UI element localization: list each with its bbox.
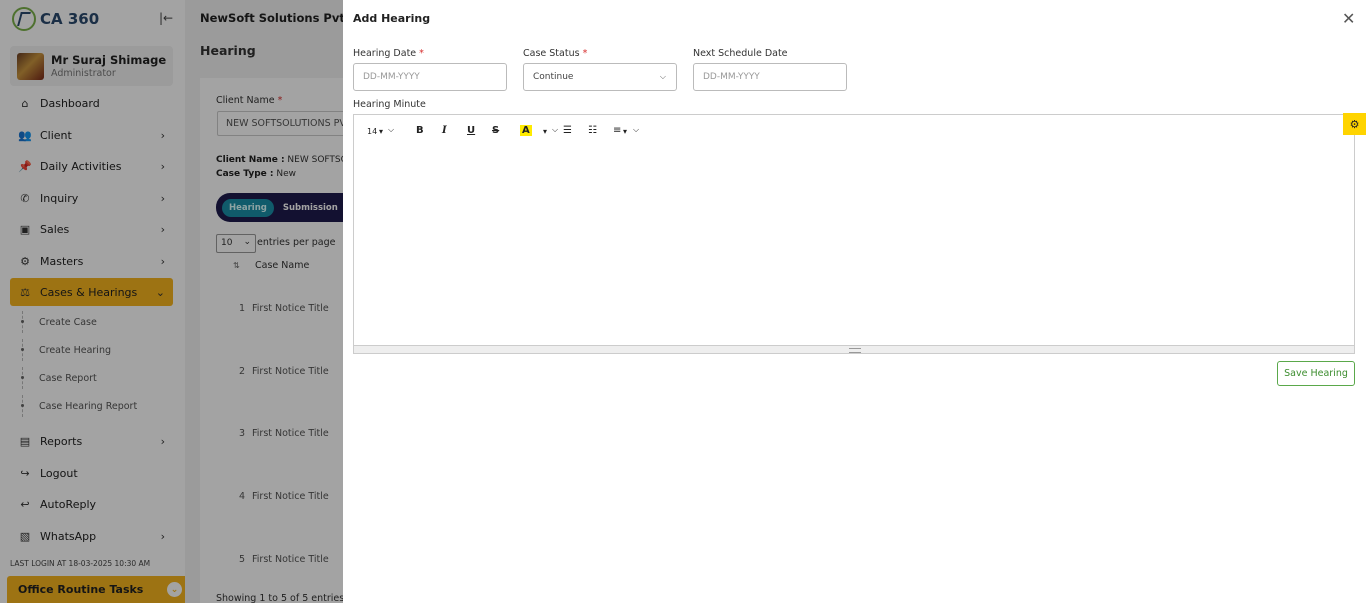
hearing-minute-editor: 14 ▾ ⌵ B I U S A ▾ ⌵ ☰ ☷ ≡ ▾ ⌵ xyxy=(353,114,1355,354)
bold-button[interactable]: B xyxy=(416,125,424,136)
caret-icon: ▾ xyxy=(543,127,548,136)
chevron-down-icon[interactable]: ⌵ xyxy=(552,125,558,135)
close-icon[interactable]: ✕ xyxy=(1342,9,1355,28)
numbered-list-icon[interactable]: ☷ xyxy=(588,125,597,136)
highlight-color-button[interactable]: A xyxy=(520,125,532,136)
editor-toolbar: 14 ▾ ⌵ B I U S A ▾ ⌵ ☰ ☷ ≡ ▾ ⌵ xyxy=(354,115,1354,147)
caret-icon: ▾ xyxy=(379,127,384,136)
hearing-date-label: Hearing Date * xyxy=(353,48,424,59)
gear-icon[interactable]: ⚙ xyxy=(1343,113,1366,135)
editor-resize-handle[interactable] xyxy=(354,345,1354,353)
italic-button[interactable]: I xyxy=(442,125,447,136)
editor-text-area[interactable] xyxy=(354,147,1354,345)
add-hearing-panel: Add Hearing ✕ Hearing Date * DD-MM-YYYY … xyxy=(343,0,1366,603)
font-size-button[interactable]: 14 xyxy=(367,127,377,136)
chevron-down-icon: ⌵ xyxy=(659,72,666,81)
case-status-value: Continue xyxy=(533,72,574,82)
hearing-minute-label: Hearing Minute xyxy=(353,99,426,110)
save-hearing-button[interactable]: Save Hearing xyxy=(1277,361,1355,386)
hearing-date-input[interactable]: DD-MM-YYYY xyxy=(353,63,507,91)
align-icon[interactable]: ≡ xyxy=(613,125,621,136)
strikethrough-button[interactable]: S xyxy=(492,125,499,136)
next-schedule-date-label: Next Schedule Date xyxy=(693,48,788,59)
caret-icon: ▾ xyxy=(623,127,628,136)
case-status-label: Case Status * xyxy=(523,48,588,59)
chevron-down-icon[interactable]: ⌵ xyxy=(388,125,394,135)
chevron-down-icon[interactable]: ⌵ xyxy=(633,125,639,135)
bullet-list-icon[interactable]: ☰ xyxy=(563,125,572,136)
panel-title: Add Hearing xyxy=(353,12,431,25)
underline-button[interactable]: U xyxy=(467,125,475,136)
case-status-select[interactable]: Continue ⌵ xyxy=(523,63,677,91)
next-schedule-date-input[interactable]: DD-MM-YYYY xyxy=(693,63,847,91)
